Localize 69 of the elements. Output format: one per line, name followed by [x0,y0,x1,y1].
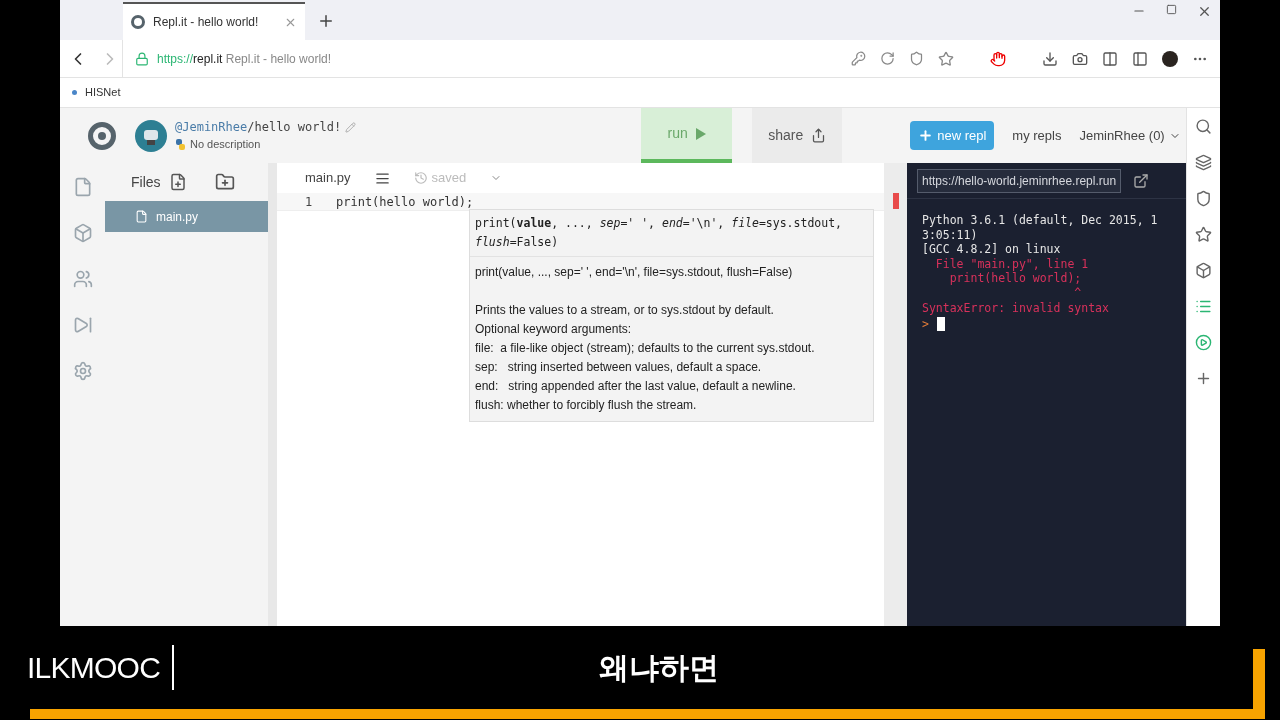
share-icon [811,128,827,143]
reload-icon[interactable] [880,51,895,66]
python-logo-icon [175,139,186,150]
save-status: saved [413,168,467,188]
repl-logo-icon [131,15,145,29]
subtitle: 왜냐하면 [599,650,720,686]
profile-avatar[interactable] [1162,50,1178,67]
panel-icon[interactable] [1102,50,1118,67]
doc-line: Prints the values to a stream, or to sys.stdout by default. [475,302,775,319]
cube-icon[interactable] [1195,262,1212,279]
stop-hand-icon[interactable] [990,50,1006,67]
search-icon[interactable] [1195,118,1212,135]
add-file-icon[interactable] [168,173,187,191]
doc-line: sep: string inserted between values, default a space. [475,359,763,376]
console-line: ^ [1073,285,1083,301]
doc-line: flush: whether to forcibly flush the stream. [475,397,698,414]
my-repls-link[interactable]: my repls [1012,125,1062,146]
error-marker [892,193,899,209]
bookmark-star-icon[interactable] [938,50,954,67]
console-line: print(hello world); [948,271,1083,286]
doc-line: file: a file-like object (stream); defaults to the current sys.stdout. [475,340,816,357]
repl-title: @JeminRhee/hello world! [175,119,342,137]
console-line: [GCC 4.8.2] on linux [922,242,1062,257]
doc-signature: print(value, ..., sep=' ', end='\n', file=sys.stdout, flush=False) [475,264,794,281]
signature-text: print(value, ..., sep=' ', end='\n', file=sys.stdout, flush=False) [475,216,842,249]
channel-logo: ILKMOOC [27,645,175,690]
star-icon[interactable] [1195,226,1212,243]
plus-icon [918,128,934,143]
play-icon[interactable] [1195,334,1212,351]
history-icon [413,171,428,185]
address-field[interactable]: https://repl.it Repl.it - hello world! [157,49,332,68]
camera-icon[interactable] [1072,50,1088,67]
close-icon[interactable] [1197,4,1212,19]
share-button[interactable]: share [752,108,843,163]
bookmark-link[interactable]: HISNet [85,84,121,101]
user-menu[interactable]: JeminRhee (0) [1079,125,1181,146]
repl-logo-icon[interactable] [88,121,116,150]
shield-icon[interactable] [1195,190,1212,207]
doc-line: Optional keyword arguments: [475,321,633,338]
robot-avatar-icon [135,119,167,152]
open-external-icon[interactable] [1133,172,1150,189]
lock-icon [135,51,149,66]
file-icon [135,210,148,223]
play-icon [695,127,706,140]
console-prompt: > [922,317,929,332]
files-title: Files [131,172,161,192]
console-line: Python 3.6.1 (default, Dec 2015, 1 [922,213,1159,228]
editor-tab[interactable]: main.py [305,168,351,188]
console-line: SyntaxError: invalid syntax [922,300,1110,316]
code-line: print(hello world); [336,193,474,211]
console-line: File "main.py", line 1 [934,256,1090,272]
doc-line: end: string appended after the last value, default a newline. [475,378,797,395]
browser-tab[interactable]: Repl.it - hello world! [123,2,305,40]
shield-icon[interactable] [909,51,924,66]
add-icon[interactable] [1195,370,1212,387]
maximize-icon[interactable] [1166,4,1177,15]
format-icon[interactable] [374,170,390,186]
console-url-field[interactable]: https://hello-world.jeminrhee.repl.run [917,168,1122,193]
new-tab-icon[interactable] [317,12,335,30]
download-icon[interactable] [1042,50,1058,67]
list-icon[interactable] [1195,298,1212,315]
sidebar-toggle-icon[interactable] [1132,50,1148,67]
stack-icon[interactable] [1195,154,1212,171]
console-line: 3:05:11) [922,227,979,243]
text-cursor [936,317,945,332]
key-icon[interactable] [851,51,866,66]
line-number: 1 [304,193,314,211]
repl-description: No description [190,137,261,153]
add-folder-icon[interactable] [214,172,235,192]
